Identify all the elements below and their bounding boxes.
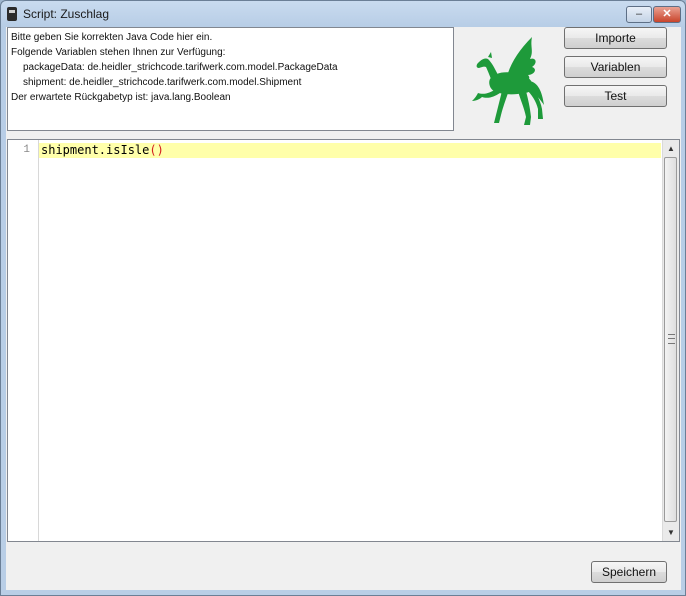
- code-parens: (): [149, 143, 164, 157]
- pegasus-icon: [472, 37, 544, 125]
- info-line: shipment: de.heidler_strichcode.tarifwer…: [23, 77, 302, 88]
- grip-icon: [668, 334, 675, 344]
- line-number-gutter: 1: [8, 140, 39, 541]
- save-button[interactable]: Speichern: [591, 561, 667, 583]
- line-number: 1: [23, 144, 30, 156]
- scroll-down-arrow-icon[interactable]: ▼: [663, 524, 679, 541]
- info-text-box: Bitte geben Sie korrekten Java Code hier…: [7, 27, 454, 131]
- scroll-thumb[interactable]: [664, 157, 677, 522]
- imports-button[interactable]: Importe: [564, 27, 667, 49]
- info-line: Folgende Variablen stehen Ihnen zur Verf…: [11, 47, 226, 58]
- code-line[interactable]: shipment.isIsle(): [41, 143, 164, 158]
- info-line: Der erwartete Rückgabetyp ist: java.lang…: [11, 92, 231, 103]
- variables-button[interactable]: Variablen: [564, 56, 667, 78]
- script-dialog-window: Script: Zuschlag – ✕ Bitte geben Sie kor…: [0, 0, 686, 596]
- vertical-scrollbar[interactable]: ▲ ▼: [662, 140, 679, 541]
- title-bar[interactable]: Script: Zuschlag – ✕: [1, 1, 685, 27]
- close-button[interactable]: ✕: [653, 6, 681, 23]
- info-line: Bitte geben Sie korrekten Java Code hier…: [11, 32, 213, 43]
- dialog-content: Bitte geben Sie korrekten Java Code hier…: [6, 27, 681, 590]
- minimize-button[interactable]: –: [626, 6, 652, 23]
- code-editor[interactable]: 1 shipment.isIsle() ▲ ▼: [7, 139, 680, 542]
- test-button[interactable]: Test: [564, 85, 667, 107]
- info-line: packageData: de.heidler_strichcode.tarif…: [23, 62, 338, 73]
- code-text: shipment.isIsle: [41, 143, 150, 157]
- window-title: Script: Zuschlag: [23, 7, 110, 21]
- scroll-up-arrow-icon[interactable]: ▲: [663, 140, 679, 157]
- app-icon: [7, 7, 17, 21]
